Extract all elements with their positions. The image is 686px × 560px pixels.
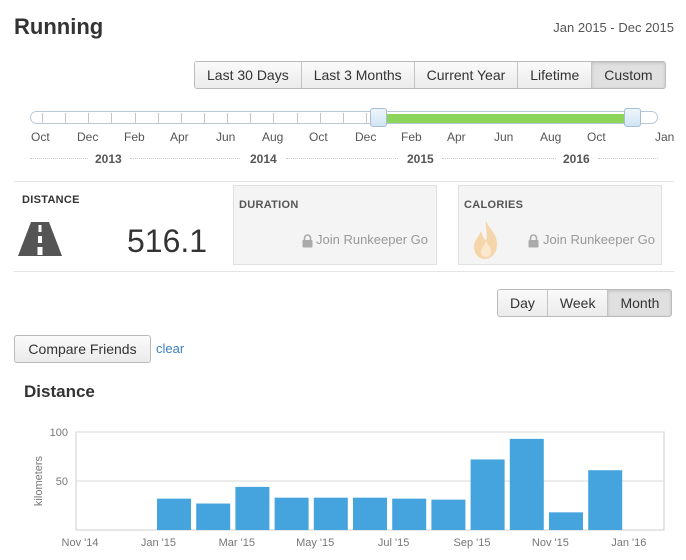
- timeline-year-divider: [598, 158, 658, 159]
- x-tick-label: Mar '15: [219, 537, 255, 549]
- x-tick-label: Jan '16: [611, 537, 646, 549]
- last-3-months-button[interactable]: Last 3 Months: [301, 62, 415, 88]
- timeline-selected-range: [387, 114, 635, 123]
- lock-icon: [302, 234, 313, 248]
- timeline-month-label: Feb: [401, 130, 422, 144]
- y-tick-label: 50: [56, 476, 68, 488]
- duration-card[interactable]: DURATION Join Runkeeper Go: [233, 185, 437, 265]
- x-tick-label: May '15: [296, 537, 334, 549]
- timeline-tick: [158, 113, 159, 124]
- timeline-year-label: 2015: [407, 152, 434, 166]
- timeline-month-label: Feb: [124, 130, 145, 144]
- calories-title: CALORIES: [464, 199, 524, 211]
- timeline-year-label: 2014: [250, 152, 277, 166]
- chart-bar[interactable]: [549, 512, 583, 530]
- timeline-month-label: Apr: [170, 130, 189, 144]
- timeline-tick: [204, 113, 205, 124]
- x-tick-label: Sep '15: [454, 537, 491, 549]
- chart-bar[interactable]: [353, 497, 387, 530]
- distance-title: DISTANCE: [22, 194, 80, 206]
- timeline-year-label: 2016: [563, 152, 590, 166]
- period-button-group: Day Week Month: [497, 289, 673, 317]
- lock-icon: [528, 234, 539, 248]
- timeline-month-label: Jun: [216, 130, 236, 144]
- timeline-year-divider: [442, 158, 556, 159]
- x-tick-label: Jan '15: [141, 537, 176, 549]
- chart-bar[interactable]: [470, 459, 505, 530]
- duration-title: DURATION: [239, 199, 299, 211]
- distance-chart: 50 100 kilometers Nov '14 Jan '15 Mar '15 May …: [33, 427, 665, 549]
- timeline-month-label: Dec: [77, 130, 99, 144]
- clear-link[interactable]: clear: [156, 341, 184, 356]
- chart-bar[interactable]: [509, 438, 544, 530]
- timeline-track: [30, 111, 658, 124]
- distance-value: 516.1: [127, 223, 208, 259]
- timeline-tick: [65, 113, 66, 124]
- timeline-tick: [297, 113, 298, 124]
- timeline-tick: [320, 113, 321, 124]
- timeline-month-label: Oct: [31, 130, 50, 144]
- chart-bar[interactable]: [588, 470, 623, 530]
- timeline-month-label: Jun: [494, 130, 514, 144]
- compare-friends-button[interactable]: Compare Friends: [14, 335, 151, 363]
- current-year-button[interactable]: Current Year: [414, 62, 519, 88]
- x-tick-label: Jul '15: [378, 537, 409, 549]
- chart-bar[interactable]: [313, 497, 348, 530]
- timeline-slider[interactable]: [30, 108, 658, 127]
- timeline-year-label: 2013: [95, 152, 122, 166]
- timeline-month-label: Aug: [540, 130, 562, 144]
- last-30-days-button[interactable]: Last 30 Days: [195, 62, 302, 88]
- timeline-end-handle[interactable]: [624, 108, 641, 127]
- x-tick-label: Nov '15: [532, 537, 569, 549]
- timeline-tick: [181, 113, 182, 124]
- timeline-month-label: Jan: [655, 130, 675, 144]
- timeline-tick: [88, 113, 89, 124]
- calories-card[interactable]: CALORIES Join Runkeeper Go: [458, 185, 662, 265]
- lifetime-button[interactable]: Lifetime: [518, 62, 593, 88]
- chart-heading: Distance: [24, 382, 95, 401]
- timeline-tick: [273, 113, 274, 124]
- chart-bar[interactable]: [431, 499, 466, 530]
- timeline-month-label: Apr: [447, 130, 466, 144]
- x-tick-label: Nov '14: [62, 537, 99, 549]
- page-title: Running: [14, 14, 104, 39]
- stats-top-divider: [14, 181, 674, 182]
- timeline-tick: [42, 113, 43, 124]
- timeline-month-label: Oct: [587, 130, 606, 144]
- day-button[interactable]: Day: [498, 290, 548, 316]
- date-range-label: Jan 2015 - Dec 2015: [553, 20, 674, 35]
- timeline-month-label: Oct: [309, 130, 328, 144]
- custom-button[interactable]: Custom: [592, 62, 665, 88]
- chart-bar[interactable]: [157, 498, 191, 530]
- calories-locked-text: Join Runkeeper Go: [543, 232, 656, 247]
- chart-bar[interactable]: [274, 497, 309, 530]
- chart-bar[interactable]: [196, 503, 231, 530]
- timeline-tick: [111, 113, 112, 124]
- duration-locked-text: Join Runkeeper Go: [316, 232, 429, 247]
- y-tick-label: 100: [50, 427, 68, 439]
- timeline-tick: [135, 113, 136, 124]
- road-icon: [18, 222, 62, 256]
- timeline-year-divider: [286, 158, 398, 159]
- week-button[interactable]: Week: [547, 290, 609, 316]
- chart-bar[interactable]: [392, 498, 427, 530]
- timeline-tick: [227, 113, 228, 124]
- timeline-month-label: Aug: [262, 130, 284, 144]
- timeline-tick: [366, 113, 367, 124]
- chart-bar[interactable]: [235, 486, 270, 530]
- timeline-year-divider: [30, 158, 88, 159]
- timeline-tick: [343, 113, 344, 124]
- stats-bottom-divider: [14, 271, 674, 272]
- month-button[interactable]: Month: [608, 290, 672, 316]
- range-button-group: Last 30 Days Last 3 Months Current Year …: [194, 61, 666, 89]
- timeline-month-label: Dec: [355, 130, 377, 144]
- timeline-year-divider: [130, 158, 240, 159]
- flame-icon: [474, 221, 498, 259]
- timeline-tick: [250, 113, 251, 124]
- y-axis-label: kilometers: [33, 455, 45, 506]
- timeline-start-handle[interactable]: [370, 108, 387, 127]
